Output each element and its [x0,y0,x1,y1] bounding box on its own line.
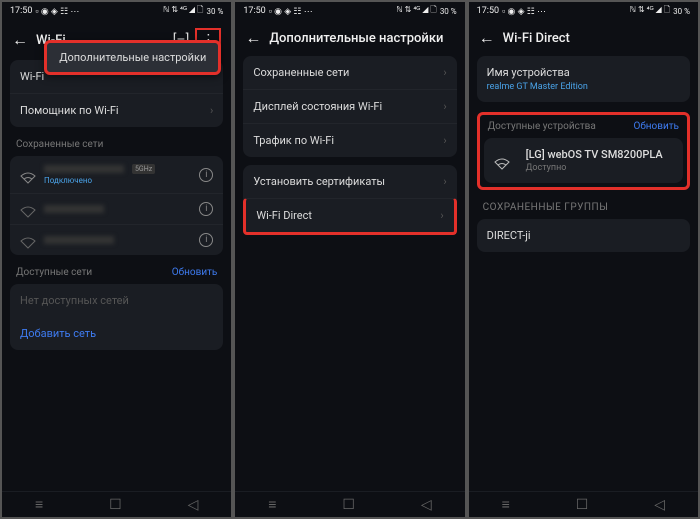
app-header: ← Wi-Fi Direct [469,20,698,56]
wifi-traffic-row[interactable]: Трафик по Wi-Fi › [243,123,456,157]
wifi-status-display-row[interactable]: Дисплей состояния Wi-Fi › [243,89,456,123]
status-time: 17:50 [243,6,265,16]
android-nav-bar: ≡ ☐ ◁ [235,491,464,517]
page-title: Дополнительные настройки [269,31,454,46]
nav-recent-icon[interactable]: ≡ [268,496,276,513]
nav-home-icon[interactable]: ☐ [576,497,589,513]
saved-groups-label: СОХРАНЕННЫЕ ГРУППЫ [477,198,690,219]
nav-home-icon[interactable]: ☐ [109,497,122,513]
no-networks-text: Нет доступных сетей [10,284,223,317]
wifi-assistant-row[interactable]: Помощник по Wi-Fi › [10,93,223,127]
status-battery: 30 % [440,7,457,16]
phone-screen-3: 17:50 ▫ ◉ ◈ ☷ ⋯ ℕ ⇅ ⁴ᴳ ◢ 🗋 30 % ← Wi-Fi … [469,2,698,517]
device-name-card[interactable]: Имя устройства realme GT Master Edition [477,56,690,102]
popup-additional-settings[interactable]: Дополнительные настройки [44,40,221,75]
chevron-right-icon: › [440,209,443,222]
saved-group-row[interactable]: DIRECT-ji [477,219,690,252]
refresh-link[interactable]: Обновить [172,267,218,278]
chevron-right-icon: › [443,66,446,79]
network-name-blurred [44,205,104,213]
status-app-icons: ▫ ◉ ◈ ☷ ⋯ [269,6,313,17]
network-name-blurred [44,165,124,173]
network-row-2[interactable]: i [10,193,223,224]
connected-status: Подключено [44,176,199,185]
status-battery: 30 % [673,7,690,16]
wifi-signal-icon [20,203,36,215]
status-net-icons: ℕ ⇅ ⁴ᴳ ◢ 🗋 [163,4,204,18]
status-time: 17:50 [10,6,32,16]
wifi-signal-icon [20,169,36,181]
phone-screen-2: 17:50 ▫ ◉ ◈ ☷ ⋯ ℕ ⇅ ⁴ᴳ ◢ 🗋 30 % ← Дополн… [235,2,464,517]
chevron-right-icon: › [210,104,213,117]
status-bar: 17:50 ▫ ◉ ◈ ☷ ⋯ ℕ ⇅ ⁴ᴳ ◢ 🗋 30 % [2,2,231,20]
device-status: Доступно [526,163,663,173]
status-bar: 17:50 ▫ ◉ ◈ ☷ ⋯ ℕ ⇅ ⁴ᴳ ◢ 🗋 30 % [469,2,698,20]
back-icon[interactable]: ← [12,30,28,50]
status-app-icons: ▫ ◉ ◈ ☷ ⋯ [502,6,546,17]
available-device-row[interactable]: [LG] webOS TV SM8200PLA Доступно [484,138,683,183]
available-networks-header: Доступные сети Обновить [10,263,223,284]
chevron-right-icon: › [443,134,446,147]
device-name: [LG] webOS TV SM8200PLA [526,148,663,161]
band-badge: 5GHz [132,164,155,174]
nav-back-icon[interactable]: ◁ [188,497,199,513]
nav-recent-icon[interactable]: ≡ [35,496,43,513]
available-devices-section: Доступные устройства Обновить [LG] webOS… [477,112,690,190]
info-icon[interactable]: i [199,202,213,216]
saved-networks-row[interactable]: Сохраненные сети › [243,56,456,89]
app-header: ← Дополнительные настройки [235,20,464,56]
network-name-blurred [44,236,114,244]
status-app-icons: ▫ ◉ ◈ ☷ ⋯ [35,6,79,17]
wifi-signal-icon [20,234,36,246]
status-net-icons: ℕ ⇅ ⁴ᴳ ◢ 🗋 [396,4,437,18]
status-time: 17:50 [477,6,499,16]
phone-screen-1: 17:50 ▫ ◉ ◈ ☷ ⋯ ℕ ⇅ ⁴ᴳ ◢ 🗋 30 % ← Wi-Fi … [2,2,231,517]
status-bar: 17:50 ▫ ◉ ◈ ☷ ⋯ ℕ ⇅ ⁴ᴳ ◢ 🗋 30 % [235,2,464,20]
status-net-icons: ℕ ⇅ ⁴ᴳ ◢ 🗋 [630,4,671,18]
refresh-link[interactable]: Обновить [633,121,679,132]
network-row-1[interactable]: 5GHz Подключено i [10,156,223,193]
saved-networks-label: Сохраненные сети [10,135,223,156]
page-title: Wi-Fi Direct [503,31,688,46]
nav-recent-icon[interactable]: ≡ [502,496,510,513]
status-battery: 30 % [206,7,223,16]
android-nav-bar: ≡ ☐ ◁ [469,491,698,517]
wifi-direct-row[interactable]: Wi-Fi Direct › [243,198,456,235]
device-name-value: realme GT Master Edition [487,82,680,92]
info-icon[interactable]: i [199,233,213,247]
nav-home-icon[interactable]: ☐ [342,497,355,513]
info-icon[interactable]: i [199,168,213,182]
nav-back-icon[interactable]: ◁ [421,497,432,513]
nav-back-icon[interactable]: ◁ [654,497,665,513]
network-row-3[interactable]: i [10,224,223,255]
install-certificates-row[interactable]: Установить сертификаты › [243,165,456,198]
android-nav-bar: ≡ ☐ ◁ [2,491,231,517]
device-name-label: Имя устройства [487,66,680,79]
available-devices-label: Доступные устройства [488,121,596,132]
wifi-signal-icon [494,155,510,167]
chevron-right-icon: › [443,100,446,113]
chevron-right-icon: › [443,175,446,188]
back-icon[interactable]: ← [245,28,261,48]
back-icon[interactable]: ← [479,28,495,48]
add-network-link[interactable]: Добавить сеть [10,317,223,350]
